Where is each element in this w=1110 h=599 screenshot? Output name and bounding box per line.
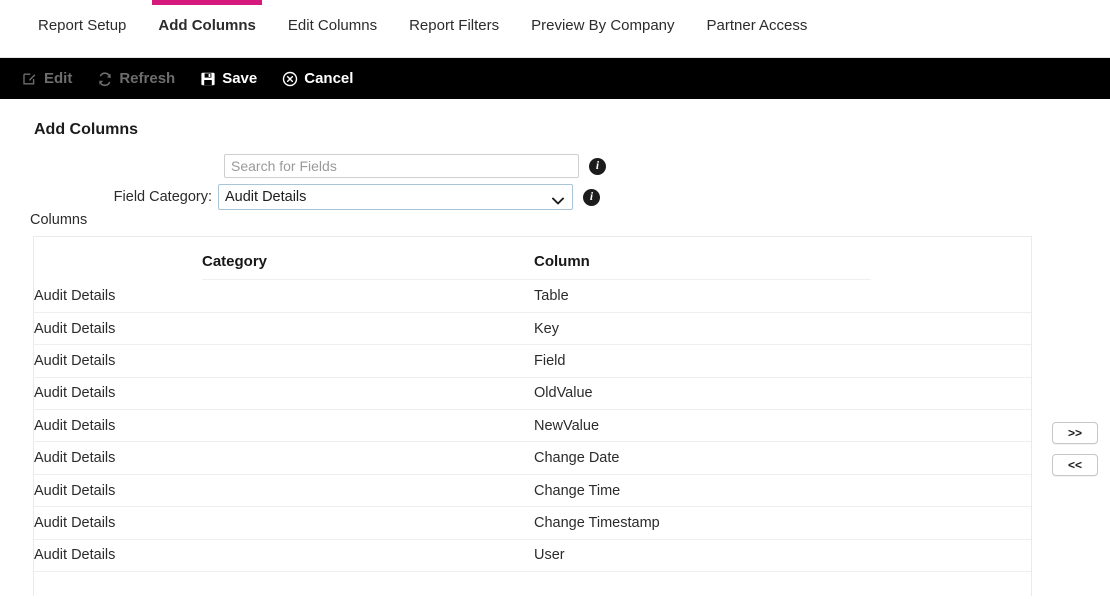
cancel-button-label: Cancel [304,70,354,87]
columns-table-header-row: Category Column [34,237,1031,279]
tab-label: Partner Access [706,16,808,34]
app-root: Report Setup Add Columns Edit Columns Re… [0,0,1110,599]
transfer-button-group: >> << [1052,422,1098,476]
columns-table-head: Category Column [34,237,1031,280]
cell-column: OldValue [534,385,593,402]
add-columns-transfer-button[interactable]: >> [1052,422,1098,444]
table-row[interactable]: Audit Details Change Time [34,474,1031,507]
tab-edit-columns[interactable]: Edit Columns [272,0,393,58]
tab-label: Report Setup [38,16,127,34]
columns-table: Category Column Audit Details Table Audi… [34,237,1031,596]
cell-column: Change Date [534,450,620,467]
cell-category: Audit Details [34,450,116,467]
field-category-info-icon[interactable]: i [583,188,600,206]
cell-category: Audit Details [34,352,116,369]
cell-category: Audit Details [34,320,116,337]
cell-column: Change Timestamp [534,514,660,531]
save-button[interactable]: Save [200,70,270,87]
refresh-button[interactable]: Refresh [97,70,188,87]
cell-column: Key [534,320,559,337]
cell-column: User [534,547,565,564]
columns-label: Columns [30,212,88,228]
table-row[interactable]: Audit Details NewValue [34,410,1031,442]
column-header-category-label: Category [202,252,268,270]
table-row[interactable]: Audit Details Change Timestamp [34,507,1031,540]
remove-columns-transfer-button[interactable]: << [1052,454,1098,476]
cell-category [34,572,534,596]
field-category-row: Field Category: Audit Details i [34,184,634,210]
action-toolbar: Edit Refresh Save Cancel [0,58,1110,99]
tab-active-indicator [152,0,262,5]
cell-column: Table [534,287,569,304]
page-title: Add Columns [34,121,138,138]
columns-table-body: Audit Details Table Audit Details Key Au… [34,280,1031,596]
refresh-button-label: Refresh [119,70,176,87]
search-row: i [34,154,634,178]
search-info-icon[interactable]: i [589,157,606,175]
tab-partner-access[interactable]: Partner Access [691,0,824,58]
edit-pencil-icon [22,71,38,87]
tab-label: Report Filters [409,16,500,34]
table-row[interactable]: Audit Details OldValue [34,377,1031,410]
cell-category: Audit Details [34,287,116,304]
table-row[interactable]: Audit Details Key [34,312,1031,345]
refresh-icon [97,71,113,87]
chevron-down-icon [552,193,564,205]
cell-column: Change Time [534,482,621,499]
cell-category: Audit Details [34,547,116,564]
table-row-empty[interactable] [34,572,1031,596]
tab-bar: Report Setup Add Columns Edit Columns Re… [0,0,1110,58]
search-input[interactable] [224,154,579,178]
tab-add-columns[interactable]: Add Columns [142,0,272,58]
edit-button-label: Edit [44,70,73,87]
column-header-category[interactable]: Category [34,237,534,279]
edit-button[interactable]: Edit [22,70,85,87]
columns-table-container: Category Column Audit Details Table Audi… [33,236,1032,596]
cell-column: Field [534,352,566,369]
save-floppy-icon [200,71,216,87]
field-category-value: Audit Details [225,189,307,205]
page-content: Add Columns i Field Category: Audit Deta… [0,99,1110,599]
field-category-label: Field Category: [113,189,212,205]
tab-label: Preview By Company [531,16,675,34]
table-row[interactable]: Audit Details Table [34,280,1031,313]
cell-category: Audit Details [34,385,116,402]
tab-label: Add Columns [158,16,256,34]
cancel-button[interactable]: Cancel [282,70,366,87]
tab-report-setup[interactable]: Report Setup [22,0,142,58]
tab-preview-by-company[interactable]: Preview By Company [515,0,690,58]
column-header-column[interactable]: Column [534,237,1031,279]
cell-category: Audit Details [34,417,116,434]
column-header-column-label: Column [534,252,590,270]
save-button-label: Save [222,70,258,87]
tab-list: Report Setup Add Columns Edit Columns Re… [0,0,1110,58]
cancel-circle-x-icon [282,71,298,87]
table-row[interactable]: Audit Details Change Date [34,442,1031,475]
cell-column: NewValue [534,417,600,434]
field-category-select[interactable]: Audit Details [218,184,573,210]
tab-label: Edit Columns [287,16,378,34]
tab-report-filters[interactable]: Report Filters [393,0,515,58]
cell-column [534,572,1031,596]
table-row[interactable]: Audit Details Field [34,345,1031,378]
cell-category: Audit Details [34,482,116,499]
cell-category: Audit Details [34,514,116,531]
table-row[interactable]: Audit Details User [34,539,1031,572]
